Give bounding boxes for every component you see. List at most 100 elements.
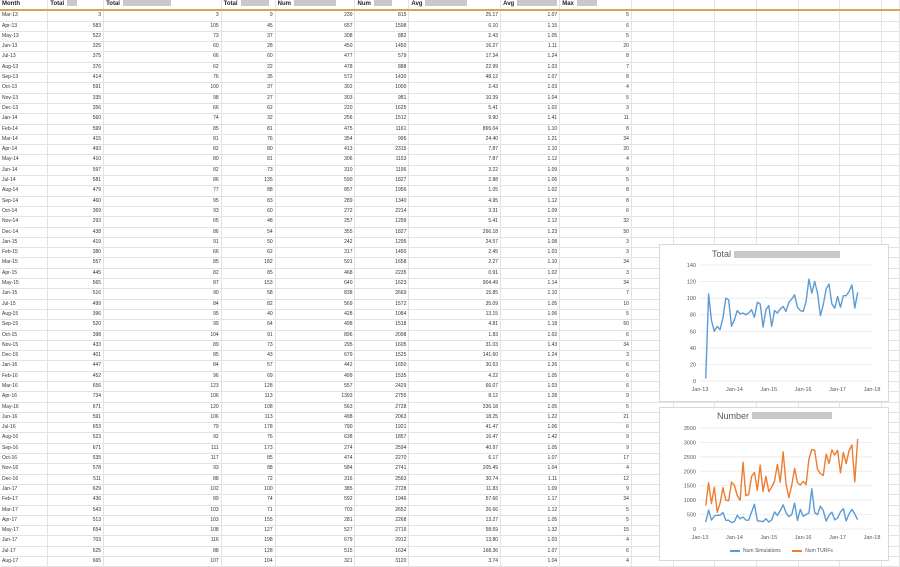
value-cell[interactable]: 88 <box>221 185 276 197</box>
value-cell[interactable]: 1.10 <box>500 288 561 300</box>
empty-cell[interactable] <box>673 21 716 32</box>
month-cell[interactable]: Nov-15 <box>0 340 49 352</box>
value-cell[interactable]: 1.14 <box>500 278 561 290</box>
value-cell[interactable]: 1.03 <box>500 62 561 74</box>
empty-cell[interactable] <box>631 72 674 84</box>
empty-cell[interactable] <box>714 62 757 74</box>
value-cell[interactable]: 135 <box>221 175 276 187</box>
value-cell[interactable]: 6 <box>559 206 632 218</box>
value-cell[interactable]: 86 <box>103 175 222 187</box>
value-cell[interactable]: 113 <box>221 412 276 424</box>
month-cell[interactable]: Sep-15 <box>0 319 49 331</box>
value-cell[interactable]: 1.10 <box>500 257 561 269</box>
value-cell[interactable]: 85 <box>103 257 222 269</box>
value-cell[interactable]: 89 <box>103 340 222 352</box>
value-cell[interactable]: 1.12 <box>500 154 561 166</box>
value-cell[interactable]: 295 <box>275 340 356 352</box>
value-cell[interactable]: 96 <box>103 371 222 382</box>
value-cell[interactable]: 34 <box>559 134 632 146</box>
empty-cell[interactable] <box>798 103 841 115</box>
empty-cell[interactable] <box>631 134 674 146</box>
value-cell[interactable]: 625 <box>47 546 105 558</box>
empty-cell[interactable] <box>673 113 716 125</box>
value-cell[interactable]: 120 <box>103 402 222 413</box>
empty-cell[interactable] <box>673 31 716 43</box>
empty-cell[interactable] <box>881 165 900 177</box>
value-cell[interactable]: 85 <box>103 350 222 362</box>
value-cell[interactable]: 90 <box>103 288 222 300</box>
value-cell[interactable]: 433 <box>47 340 105 352</box>
empty-cell[interactable] <box>881 216 900 228</box>
value-cell[interactable]: 499 <box>47 299 105 310</box>
empty-cell[interactable] <box>798 144 841 156</box>
value-cell[interactable]: 1.26 <box>500 360 561 372</box>
value-cell[interactable]: 205.49 <box>408 463 502 475</box>
empty-cell[interactable] <box>756 175 799 187</box>
value-cell[interactable]: 671 <box>47 443 105 455</box>
value-cell[interactable]: 182 <box>221 257 276 269</box>
value-cell[interactable]: 653 <box>47 422 105 434</box>
empty-cell[interactable] <box>673 10 716 22</box>
value-cell[interactable]: 3 <box>559 268 632 280</box>
value-cell[interactable]: 66 <box>103 103 222 115</box>
value-cell[interactable]: 37 <box>221 82 276 94</box>
value-cell[interactable]: 591 <box>47 82 105 94</box>
value-cell[interactable]: 734 <box>47 391 105 403</box>
value-cell[interactable]: 1.43 <box>500 340 561 352</box>
value-cell[interactable]: 865.04 <box>408 124 502 135</box>
value-cell[interactable]: 703 <box>47 535 105 547</box>
empty-cell[interactable] <box>631 103 674 115</box>
month-cell[interactable]: Nov-14 <box>0 216 49 228</box>
value-cell[interactable]: 665 <box>47 556 105 567</box>
value-cell[interactable]: 82 <box>103 268 222 280</box>
value-cell[interactable]: 0.91 <box>408 268 502 280</box>
value-cell[interactable]: 102 <box>103 484 222 496</box>
value-cell[interactable]: 2315 <box>354 144 410 156</box>
value-cell[interactable]: 5 <box>559 402 632 413</box>
value-cell[interactable]: 62 <box>221 103 276 115</box>
value-cell[interactable]: 10 <box>559 299 632 310</box>
value-cell[interactable]: 1572 <box>354 299 410 310</box>
empty-cell[interactable] <box>756 10 799 22</box>
value-cell[interactable]: 1605 <box>354 340 410 352</box>
value-cell[interactable]: 80 <box>221 144 276 156</box>
value-cell[interactable]: 5.41 <box>408 216 502 228</box>
value-cell[interactable]: 2669 <box>354 288 410 300</box>
empty-cell[interactable] <box>798 165 841 177</box>
value-cell[interactable]: 1.15 <box>500 21 561 32</box>
value-cell[interactable]: 73 <box>103 31 222 43</box>
value-cell[interactable]: 654 <box>47 525 105 537</box>
empty-cell[interactable] <box>839 216 883 228</box>
empty-cell[interactable] <box>673 175 716 187</box>
value-cell[interactable]: 1.17 <box>500 494 561 506</box>
value-cell[interactable]: 3.74 <box>408 556 502 567</box>
empty-cell[interactable] <box>714 196 757 207</box>
empty-cell[interactable] <box>714 113 757 125</box>
empty-cell[interactable] <box>714 31 757 43</box>
empty-cell[interactable] <box>881 124 900 135</box>
value-cell[interactable]: 679 <box>275 350 356 362</box>
empty-cell[interactable] <box>714 103 757 115</box>
empty-cell[interactable] <box>714 93 757 104</box>
month-cell[interactable]: Apr-16 <box>0 391 49 403</box>
value-cell[interactable]: 4.81 <box>408 319 502 331</box>
empty-cell[interactable] <box>631 41 674 53</box>
value-cell[interactable]: 34 <box>559 494 632 506</box>
month-cell[interactable]: Apr-14 <box>0 144 49 156</box>
value-cell[interactable]: 4 <box>559 535 632 547</box>
value-cell[interactable]: 3 <box>559 247 632 259</box>
value-cell[interactable]: 414 <box>47 72 105 84</box>
value-cell[interactable]: 8 <box>559 124 632 135</box>
empty-header-cell[interactable] <box>881 0 900 12</box>
value-cell[interactable]: 257 <box>275 216 356 228</box>
value-cell[interactable]: 2.43 <box>408 31 502 43</box>
value-cell[interactable]: 419 <box>47 237 105 249</box>
value-cell[interactable]: 380 <box>47 247 105 259</box>
empty-cell[interactable] <box>631 51 674 63</box>
value-cell[interactable]: 73 <box>221 165 276 177</box>
empty-cell[interactable] <box>839 21 883 32</box>
value-cell[interactable]: 5 <box>559 93 632 104</box>
value-cell[interactable]: 1946 <box>354 494 410 506</box>
value-cell[interactable]: 108 <box>221 402 276 413</box>
empty-cell[interactable] <box>839 227 883 238</box>
